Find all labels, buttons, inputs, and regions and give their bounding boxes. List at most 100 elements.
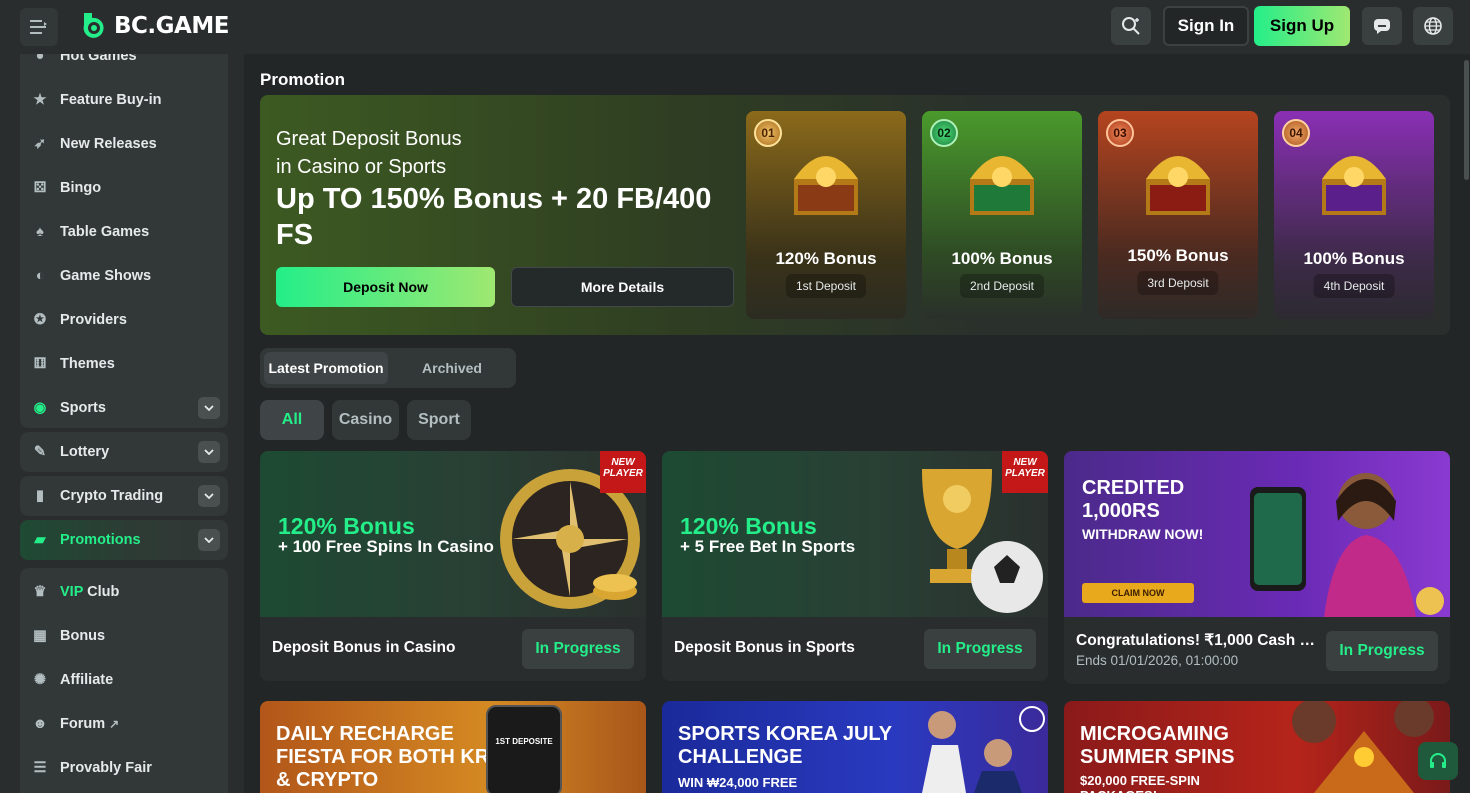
wheel-icon: ◐ [35,268,45,284]
badge-icon: ✪ [33,312,47,328]
sidebar-item-provably-fair[interactable]: ☰ Provably Fair [20,748,228,788]
banner-subtext: WIN ₩24,000 FREE [678,775,798,790]
deposit-label: 3rd Deposit [1137,271,1219,295]
chevron-down-icon[interactable] [198,529,220,551]
deposit-card-3[interactable]: 03 150% Bonus 3rd Deposit [1098,111,1258,319]
sidebar-item-crypto-trading[interactable]: ▮ Crypto Trading [20,476,228,516]
promo-banner-daily-recharge[interactable]: DAILY RECHARGE FIESTA FOR BOTH KRW & CRY… [260,701,646,793]
sidebar-item-label: Table Games [60,224,150,240]
brand-logo[interactable]: BC.GAME [80,11,229,41]
promo-headline: CREDITED 1,000RS [1082,477,1185,522]
sidebar-item-table-games[interactable]: ♠ Table Games [20,212,228,252]
sidebar-item-themes[interactable]: ⚅ Themes [20,344,228,384]
sidebar-item-feature-buy-in[interactable]: ★ Feature Buy-in [20,80,228,120]
sidebar-item-vip-club[interactable]: ♛ VIP Club [20,572,228,612]
rocket-icon: ➶ [33,136,47,152]
sign-up-button[interactable]: Sign Up [1254,6,1350,46]
chevron-down-icon[interactable] [198,397,220,419]
promotion-tabs: Latest Promotion Archived [260,348,516,388]
promo-card-cash[interactable]: CREDITED 1,000RS WITHDRAW NOW! CLAIM NOW… [1064,451,1450,684]
sidebar-item-label: Promotions [60,532,141,548]
sidebar-item-sports[interactable]: ◉ Sports [20,388,228,428]
deposit-card-4[interactable]: 04 100% Bonus 4th Deposit [1274,111,1434,319]
status-badge[interactable]: In Progress [1326,631,1438,671]
deposit-now-button[interactable]: Deposit Now [276,267,495,307]
sidebar-item-forum[interactable]: ☻ Forum ↗ [20,704,228,744]
promo-headline: 120% Bonus [278,513,415,539]
forum-icon: ☻ [32,716,48,732]
sidebar-item-label: Hot Games [60,54,137,64]
sign-in-button[interactable]: Sign In [1163,6,1249,46]
chat-button[interactable] [1362,7,1402,45]
promo-title: Deposit Bonus in Casino [272,639,456,656]
promo-banner: NEW PLAYER 120% Bonus + 100 Free Spins I… [260,451,646,617]
athletes-illustration [922,706,1045,793]
more-details-button[interactable]: More Details [511,267,734,307]
sidebar-item-game-shows[interactable]: ◐ Game Shows [20,256,228,296]
external-link-icon: ↗ [109,717,120,731]
ticket-icon: ✎ [33,444,47,460]
promo-title: Deposit Bonus in Sports [674,639,855,656]
top-header: BC.GAME Sign In Sign Up [0,0,1470,54]
page-title: Promotion [260,70,345,89]
tab-archived[interactable]: Archived [390,352,514,384]
sidebar-item-promotions[interactable]: ▰ Promotions [20,520,228,560]
cards-icon: ♠ [36,224,44,240]
search-icon [1122,17,1140,35]
banner-subtext: $20,000 FREE-SPIN PACKAGES! [1080,773,1200,793]
candles-icon: ▮ [36,488,44,504]
hero-subtitle-line2: in Casino or Sports [276,156,447,178]
promo-subline: + 5 Free Bet In Sports [680,537,856,556]
chevron-down-icon[interactable] [198,441,220,463]
promo-card-sports[interactable]: NEW PLAYER 120% Bonus + 5 Free Bet In Sp… [662,451,1048,681]
filter-all[interactable]: All [260,400,324,440]
sidebar-item-hot-games[interactable]: ● Hot Games [20,54,228,76]
affiliate-icon: ✺ [33,672,47,688]
sidebar-item-bonus[interactable]: ▦ Bonus [20,616,228,656]
deposit-card-2[interactable]: 02 100% Bonus 2nd Deposit [922,111,1082,319]
promo-icon: ▰ [34,532,46,548]
sidebar-item-new-releases[interactable]: ➶ New Releases [20,124,228,164]
tab-latest-promotion[interactable]: Latest Promotion [264,352,388,384]
vip-suffix: Club [87,584,120,600]
sidebar-item-label: Game Shows [60,268,152,284]
promo-subline: WITHDRAW NOW! [1082,526,1204,542]
promo-banner-microgaming[interactable]: MICROGAMING SUMMER SPINS $20,000 FREE-SP… [1064,701,1450,793]
promo-card-casino[interactable]: NEW PLAYER 120% Bonus + 100 Free Spins I… [260,451,646,681]
crown-icon: ♛ [33,584,47,600]
support-chat-button[interactable] [1418,742,1458,780]
deposit-number-badge: 04 [1282,119,1310,147]
sidebar-item-label: Lottery [60,444,110,460]
status-badge[interactable]: In Progress [522,629,634,669]
sidebar-item-label: Providers [60,312,127,328]
shield-icon: ☰ [33,760,47,776]
language-button[interactable] [1413,7,1453,45]
search-button[interactable] [1111,7,1151,45]
sidebar-item-label: Provably Fair [60,760,152,776]
claim-now-button[interactable]: CLAIM NOW [1082,583,1194,603]
sidebar-item-providers[interactable]: ✪ Providers [20,300,228,340]
chat-icon [1374,19,1390,34]
hero-subtitle: Great Deposit Bonus in Casino or Sports [276,125,576,181]
status-badge[interactable]: In Progress [924,629,1036,669]
treasure-chest-icon [1146,156,1210,215]
treasure-chest-icon [794,156,858,215]
phone-illustration: 1ST DEPOSITE [486,705,562,793]
sidebar-item-bingo[interactable]: ⚄ Bingo [20,168,228,208]
chevron-down-icon[interactable] [198,485,220,507]
deposit-bonus: 100% Bonus [1303,249,1405,268]
filter-casino[interactable]: Casino [332,400,399,440]
menu-icon [30,20,47,34]
sidebar-item-affiliate[interactable]: ✺ Affiliate [20,660,228,700]
sidebar-item-lottery[interactable]: ✎ Lottery [20,432,228,472]
fire-icon: ● [35,54,45,64]
dice-icon: ⚅ [33,356,47,372]
deposit-bonus: 150% Bonus [1127,246,1229,265]
sidebar-item-label: Forum ↗ [60,716,228,732]
filter-sport[interactable]: Sport [407,400,471,440]
gift-icon: ▦ [33,628,47,644]
menu-button[interactable] [20,8,58,46]
promo-banner-sports-korea[interactable]: SPORTS KOREA JULY CHALLENGE WIN ₩24,000 … [662,701,1048,793]
page-scrollbar[interactable] [1464,60,1469,180]
deposit-card-1[interactable]: 01 120% Bonus 1st Deposit [746,111,906,319]
